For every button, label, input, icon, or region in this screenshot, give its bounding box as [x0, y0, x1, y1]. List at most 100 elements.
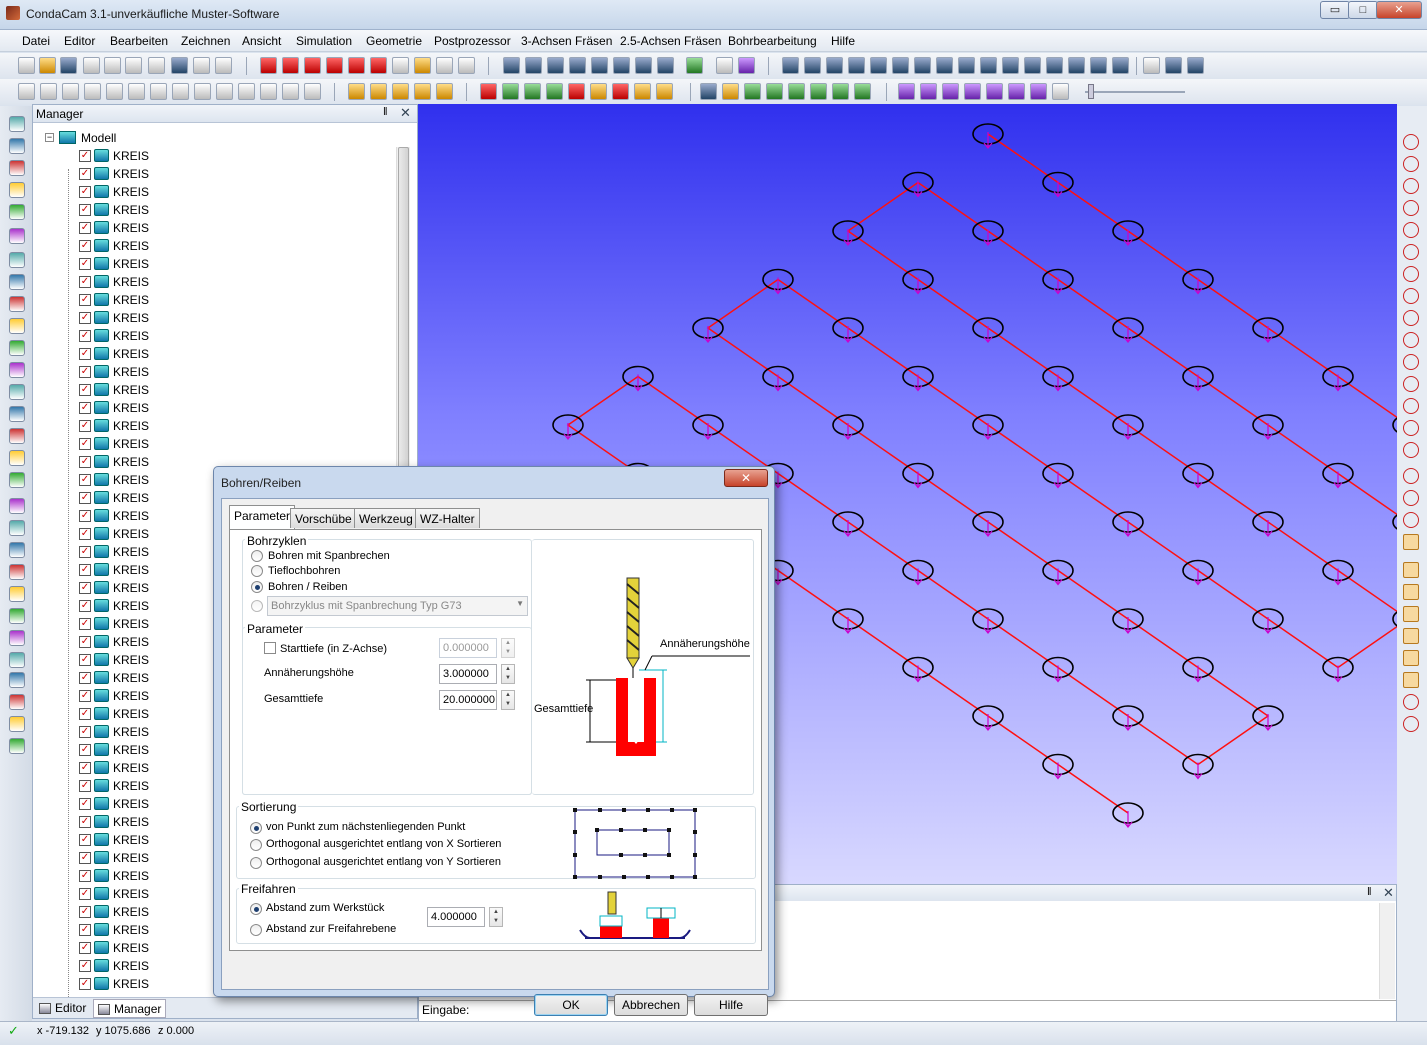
- tree-item-kreis[interactable]: ✓ KREIS: [39, 237, 389, 255]
- machining5-icon[interactable]: [568, 83, 585, 100]
- left-tool-icon[interactable]: [9, 586, 25, 602]
- redo-icon[interactable]: [215, 57, 232, 74]
- sim-start-icon[interactable]: [1030, 83, 1047, 100]
- left-tool-icon[interactable]: [9, 160, 25, 176]
- view-iso3-icon[interactable]: [458, 57, 475, 74]
- radio-abstand-freifahrebene[interactable]: [250, 924, 262, 936]
- left-tool-icon[interactable]: [9, 406, 25, 422]
- visibility-checkbox[interactable]: ✓: [79, 960, 91, 972]
- print-icon[interactable]: [148, 57, 165, 74]
- minimize-button[interactable]: ▭: [1320, 1, 1350, 19]
- visibility-checkbox[interactable]: ✓: [79, 762, 91, 774]
- visibility-checkbox[interactable]: ✓: [79, 780, 91, 792]
- zoom-prev-icon[interactable]: [810, 83, 827, 100]
- view-left-icon[interactable]: [304, 57, 321, 74]
- copy-icon[interactable]: [104, 57, 121, 74]
- rotate-icon[interactable]: [62, 83, 79, 100]
- tab-wz-halter[interactable]: WZ-Halter: [415, 508, 480, 528]
- pin-icon[interactable]: ‖: [1367, 886, 1372, 898]
- left-tool-icon[interactable]: [9, 672, 25, 688]
- visibility-checkbox[interactable]: ✓: [79, 726, 91, 738]
- new-file-icon[interactable]: [18, 57, 35, 74]
- visibility-checkbox[interactable]: ✓: [79, 582, 91, 594]
- open-folder-icon[interactable]: [39, 57, 56, 74]
- sim-step-icon[interactable]: [920, 83, 937, 100]
- hand-select2-icon[interactable]: [370, 83, 387, 100]
- view-bottom-icon[interactable]: [370, 57, 387, 74]
- machining9-icon[interactable]: [656, 83, 673, 100]
- right-tool-icon[interactable]: [1403, 310, 1419, 326]
- machining4-icon[interactable]: [546, 83, 563, 100]
- left-tool-icon[interactable]: [9, 340, 25, 356]
- radio-sort-y[interactable]: [250, 857, 262, 869]
- visibility-checkbox[interactable]: ✓: [79, 312, 91, 324]
- right-tool-icon[interactable]: [1403, 354, 1419, 370]
- radio-bohrzyklus-g73[interactable]: [251, 600, 263, 612]
- layers3-icon[interactable]: [826, 57, 843, 74]
- menu-3-achsen-fraesen[interactable]: 3-Achsen Fräsen: [521, 34, 612, 48]
- op-2d-contour-icon[interactable]: [503, 57, 520, 74]
- right-tool-icon[interactable]: [1403, 468, 1419, 484]
- close-window-button[interactable]: ✕: [1376, 1, 1422, 19]
- visibility-checkbox[interactable]: ✓: [79, 564, 91, 576]
- left-tool-icon[interactable]: [9, 252, 25, 268]
- visibility-checkbox[interactable]: ✓: [79, 672, 91, 684]
- right-tool-icon[interactable]: [1403, 650, 1419, 666]
- tree-item-kreis[interactable]: ✓ KREIS: [39, 381, 389, 399]
- menu-geometrie[interactable]: Geometrie: [366, 34, 422, 48]
- right-tool-icon[interactable]: [1403, 606, 1419, 622]
- visibility-checkbox[interactable]: ✓: [79, 654, 91, 666]
- visibility-checkbox[interactable]: ✓: [79, 636, 91, 648]
- zoom-in-icon[interactable]: [832, 83, 849, 100]
- freifahren-input[interactable]: 4.000000: [427, 907, 485, 927]
- sim-faster-icon[interactable]: [964, 83, 981, 100]
- op-hsc2-icon[interactable]: [635, 57, 652, 74]
- visibility-checkbox[interactable]: ✓: [79, 690, 91, 702]
- visibility-checkbox[interactable]: ✓: [79, 870, 91, 882]
- tab-editor[interactable]: Editor: [35, 999, 90, 1018]
- path-edit-icon[interactable]: [1112, 57, 1129, 74]
- gesamttiefe-input[interactable]: 20.000000: [439, 690, 497, 710]
- tree-collapse-toggle[interactable]: −: [45, 133, 54, 142]
- visibility-checkbox[interactable]: ✓: [79, 618, 91, 630]
- left-tool-icon[interactable]: [9, 318, 25, 334]
- visibility-checkbox[interactable]: ✓: [79, 240, 91, 252]
- right-tool-icon[interactable]: [1403, 628, 1419, 644]
- tree-item-kreis[interactable]: ✓ KREIS: [39, 147, 389, 165]
- op-3d-z-icon[interactable]: [657, 57, 674, 74]
- right-tool-icon[interactable]: [1403, 222, 1419, 238]
- radio-bohren-reiben[interactable]: [251, 581, 263, 593]
- right-tool-icon[interactable]: [1403, 716, 1419, 732]
- visibility-checkbox[interactable]: ✓: [79, 744, 91, 756]
- tree-item-kreis[interactable]: ✓ KREIS: [39, 219, 389, 237]
- right-tool-icon[interactable]: [1403, 420, 1419, 436]
- visibility-checkbox[interactable]: ✓: [79, 366, 91, 378]
- visibility-checkbox[interactable]: ✓: [79, 798, 91, 810]
- ok-button[interactable]: OK: [534, 994, 608, 1016]
- machining-icon[interactable]: [480, 83, 497, 100]
- arrow-icon[interactable]: [848, 57, 865, 74]
- right-tool-icon[interactable]: [1403, 584, 1419, 600]
- output-scrollbar[interactable]: [1379, 903, 1395, 999]
- visibility-checkbox[interactable]: ✓: [79, 276, 91, 288]
- sim-play-icon[interactable]: [898, 83, 915, 100]
- tab-vorschuebe[interactable]: Vorschübe: [290, 508, 357, 528]
- right-tool-icon[interactable]: [1403, 376, 1419, 392]
- hand-select3-icon[interactable]: [392, 83, 409, 100]
- tree-item-kreis[interactable]: ✓ KREIS: [39, 183, 389, 201]
- visibility-checkbox[interactable]: ✓: [79, 942, 91, 954]
- trim2-icon[interactable]: [238, 83, 255, 100]
- tree-item-kreis[interactable]: ✓ KREIS: [39, 417, 389, 435]
- right-tool-icon[interactable]: [1403, 178, 1419, 194]
- spiral-icon[interactable]: [914, 57, 931, 74]
- tree-item-kreis[interactable]: ✓ KREIS: [39, 273, 389, 291]
- tree-item-kreis[interactable]: ✓ KREIS: [39, 327, 389, 345]
- left-tool-icon[interactable]: [9, 116, 25, 132]
- menu-ansicht[interactable]: Ansicht: [242, 34, 281, 48]
- menu-editor[interactable]: Editor: [64, 34, 95, 48]
- zoom-out-icon[interactable]: [854, 83, 871, 100]
- tab-manager[interactable]: Manager: [93, 999, 167, 1018]
- offset-icon[interactable]: [194, 83, 211, 100]
- visibility-checkbox[interactable]: ✓: [79, 510, 91, 522]
- right-tool-icon[interactable]: [1403, 244, 1419, 260]
